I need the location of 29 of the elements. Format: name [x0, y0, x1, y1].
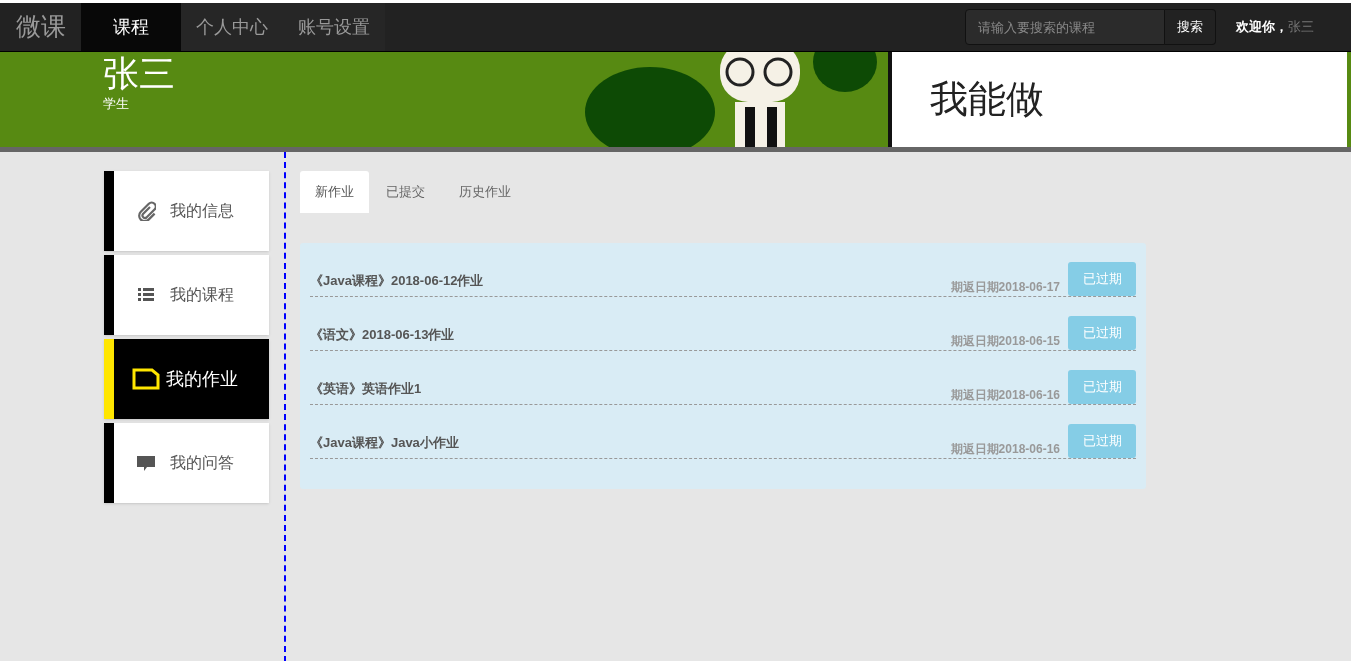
assignment-title[interactable]: 《英语》英语作业1	[310, 378, 422, 398]
banner-slogan: 我能做	[930, 77, 1044, 122]
assignment-title[interactable]: 《Java课程》Java小作业	[310, 432, 459, 452]
welcome-text: 欢迎你，	[1236, 18, 1288, 37]
due-date: 期返日期2018-06-15	[950, 333, 1060, 350]
search-field[interactable]: 请输入要搜索的课程	[965, 9, 1165, 45]
sidebar-item[interactable]: 我的信息	[104, 171, 269, 251]
assignment-title[interactable]: 《Java课程》2018-06-12作业	[310, 270, 484, 290]
user-link[interactable]: 张三	[1288, 17, 1314, 37]
sidebar-item[interactable]: 我的课程	[104, 255, 269, 335]
nav-tab[interactable]: 账号设置	[283, 3, 385, 51]
paperclip-icon	[136, 201, 156, 221]
due-date: 期返日期2018-06-16	[950, 441, 1060, 458]
due-date: 期返日期2018-06-17	[950, 279, 1060, 296]
due-date: 期返日期2018-06-16	[950, 387, 1060, 404]
comment-icon	[136, 453, 156, 473]
nav-tab[interactable]: 课程	[81, 3, 181, 51]
nav-tab[interactable]: 个人中心	[181, 3, 283, 51]
search-button[interactable]: 搜索	[1165, 9, 1216, 45]
note-icon	[132, 367, 160, 391]
sidebar-item[interactable]: 我的作业	[104, 339, 269, 419]
tab[interactable]: 已提交	[369, 171, 442, 213]
assignment-title[interactable]: 《语文》2018-06-13作业	[310, 324, 455, 344]
tab[interactable]: 历史作业	[442, 171, 528, 213]
sidebar-item[interactable]: 我的问答	[104, 423, 269, 503]
student-name: 张三	[103, 54, 176, 94]
tab[interactable]: 新作业	[300, 171, 369, 213]
student-role: 学生	[103, 95, 130, 113]
brand-logo[interactable]: 微课	[0, 8, 81, 46]
